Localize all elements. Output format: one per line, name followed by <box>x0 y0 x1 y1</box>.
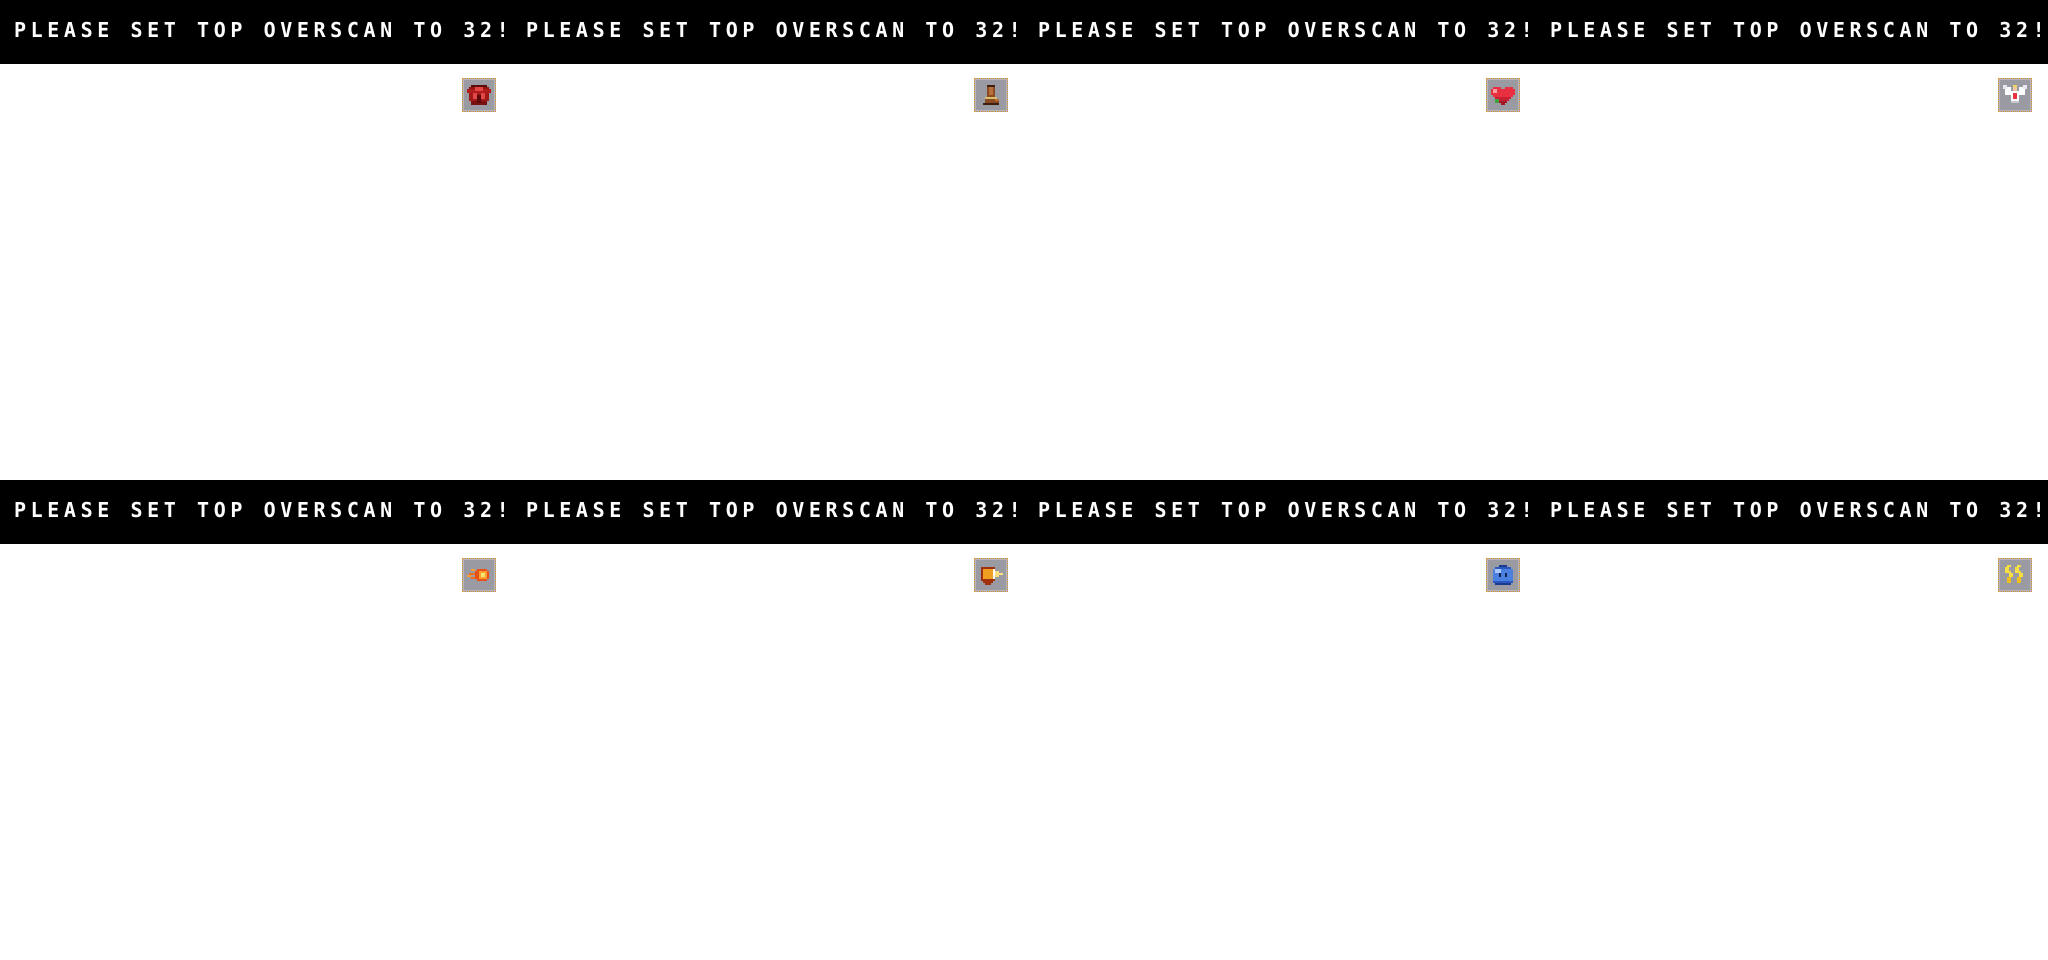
item-slot <box>974 558 1008 592</box>
arrow-shield-icon <box>981 567 1003 585</box>
game-screen-7: PLEASE SET TOP OVERSCAN TO 32! <box>1024 480 1536 960</box>
screenshot-grid: PLEASE SET TOP OVERSCAN TO 32! PLEASE SE… <box>0 0 2048 960</box>
overscan-banner: PLEASE SET TOP OVERSCAN TO 32! <box>512 480 1024 544</box>
overscan-banner: PLEASE SET TOP OVERSCAN TO 32! <box>0 0 512 64</box>
item-slot <box>1486 558 1520 592</box>
lightning-icon <box>2005 565 2023 583</box>
overscan-warning-text: PLEASE SET TOP OVERSCAN TO 32! <box>1550 498 2048 522</box>
game-screen-5: PLEASE SET TOP OVERSCAN TO 32! <box>0 480 512 960</box>
overscan-warning-text: PLEASE SET TOP OVERSCAN TO 32! <box>526 18 1024 42</box>
overscan-banner: PLEASE SET TOP OVERSCAN TO 32! <box>0 480 512 544</box>
item-slot <box>1998 78 2032 112</box>
item-slot <box>462 558 496 592</box>
overscan-banner: PLEASE SET TOP OVERSCAN TO 32! <box>1536 0 2048 64</box>
overscan-warning-text: PLEASE SET TOP OVERSCAN TO 32! <box>14 498 512 522</box>
game-screen-1: PLEASE SET TOP OVERSCAN TO 32! <box>0 0 512 480</box>
overscan-warning-text: PLEASE SET TOP OVERSCAN TO 32! <box>1038 18 1536 42</box>
blue-slime-icon <box>1493 565 1513 585</box>
angel-icon <box>2003 85 2027 103</box>
overscan-banner: PLEASE SET TOP OVERSCAN TO 32! <box>1024 0 1536 64</box>
overscan-warning-text: PLEASE SET TOP OVERSCAN TO 32! <box>1550 18 2048 42</box>
overscan-warning-text: PLEASE SET TOP OVERSCAN TO 32! <box>14 18 512 42</box>
game-screen-6: PLEASE SET TOP OVERSCAN TO 32! <box>512 480 1024 960</box>
item-slot <box>1486 78 1520 112</box>
game-screen-3: PLEASE SET TOP OVERSCAN TO 32! <box>1024 0 1536 480</box>
game-screen-8: PLEASE SET TOP OVERSCAN TO 32! <box>1536 480 2048 960</box>
fireball-icon <box>467 569 489 581</box>
heart-icon <box>1491 87 1515 105</box>
item-slot <box>462 78 496 112</box>
boot-icon <box>983 85 999 105</box>
item-slot <box>974 78 1008 112</box>
overscan-banner: PLEASE SET TOP OVERSCAN TO 32! <box>512 0 1024 64</box>
game-screen-2: PLEASE SET TOP OVERSCAN TO 32! <box>512 0 1024 480</box>
game-screen-4: PLEASE SET TOP OVERSCAN TO 32! <box>1536 0 2048 480</box>
item-slot <box>1998 558 2032 592</box>
overscan-warning-text: PLEASE SET TOP OVERSCAN TO 32! <box>1038 498 1536 522</box>
red-armor-icon <box>467 85 491 105</box>
overscan-warning-text: PLEASE SET TOP OVERSCAN TO 32! <box>526 498 1024 522</box>
overscan-banner: PLEASE SET TOP OVERSCAN TO 32! <box>1024 480 1536 544</box>
overscan-banner: PLEASE SET TOP OVERSCAN TO 32! <box>1536 480 2048 544</box>
